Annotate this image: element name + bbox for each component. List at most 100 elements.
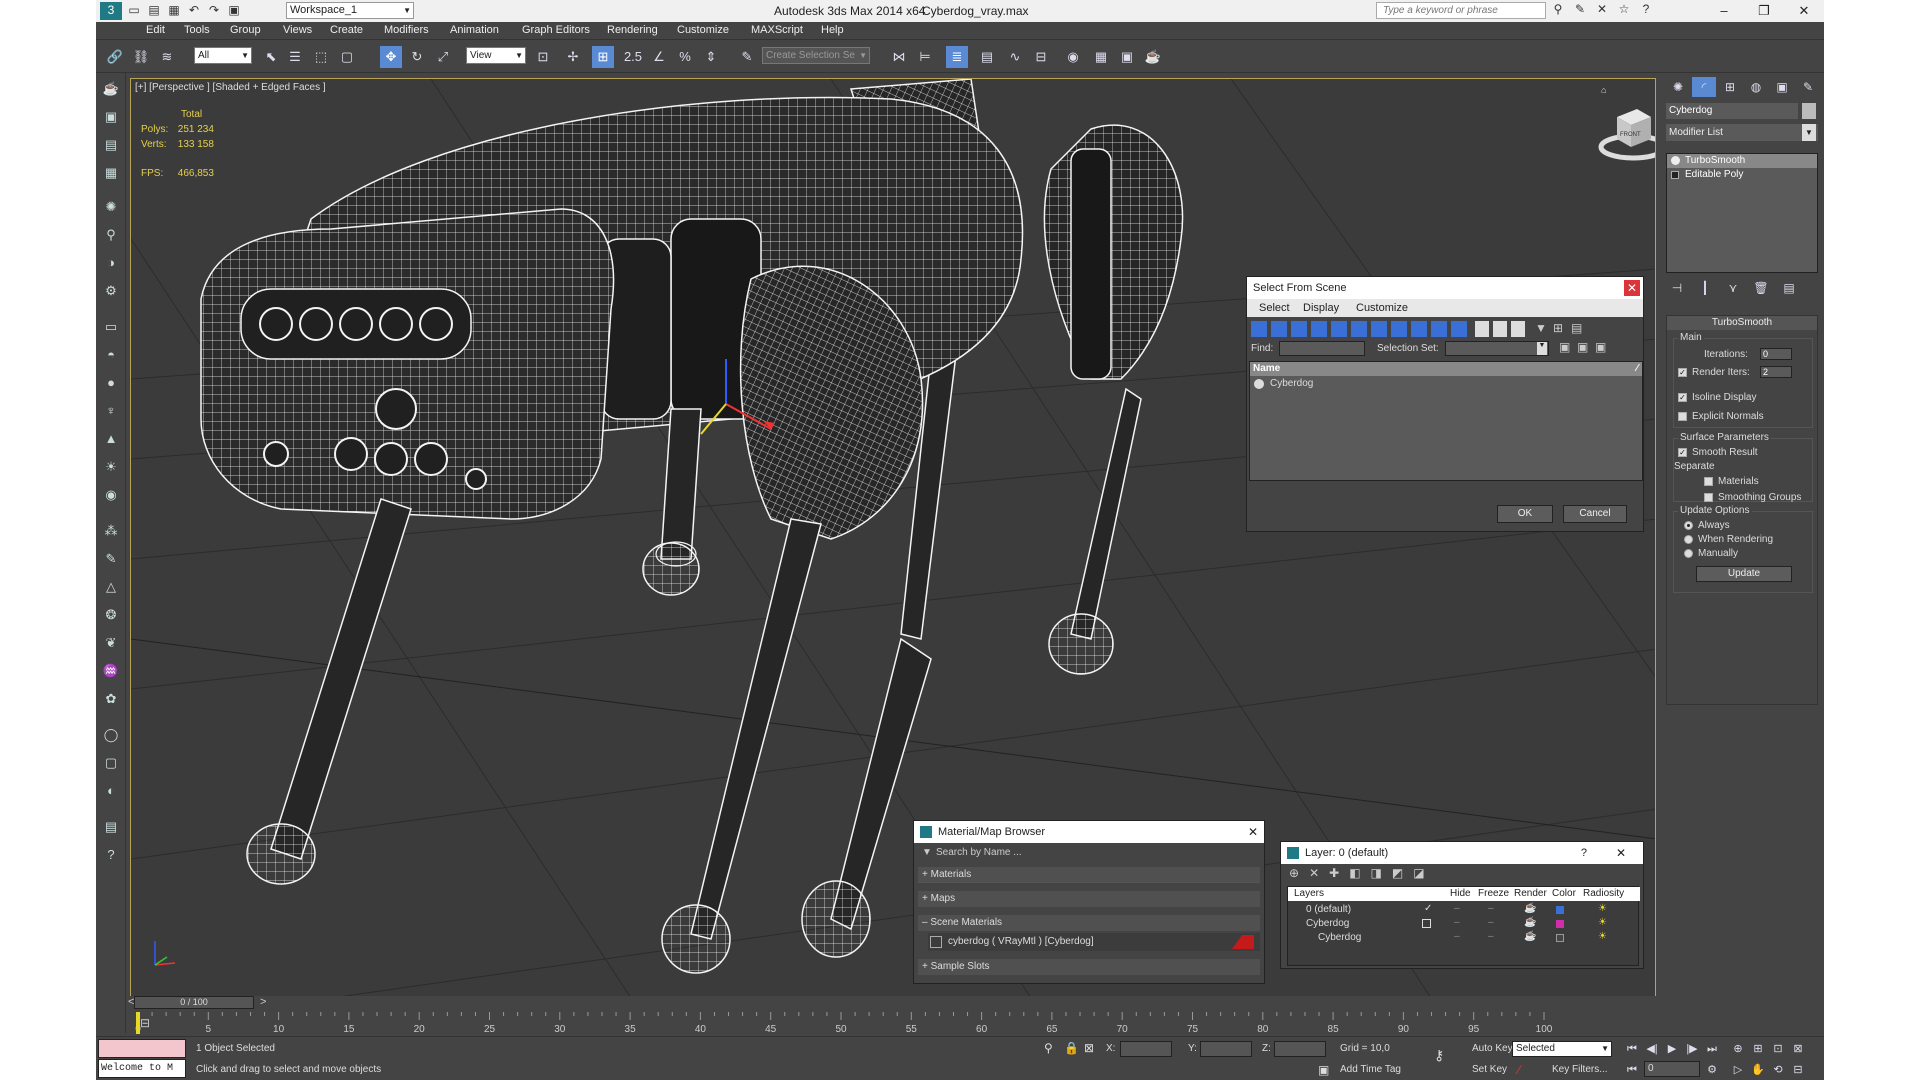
auto-key-button[interactable]: Auto Key [1472, 1043, 1513, 1054]
camera-icon[interactable]: ▣ [101, 107, 121, 127]
display-containers-icon[interactable] [1431, 321, 1447, 337]
display-tab-icon[interactable]: ▣ [1770, 77, 1794, 97]
key-filters-button[interactable]: Key Filters... [1552, 1064, 1608, 1075]
col-hide[interactable]: Hide [1450, 888, 1471, 899]
isoline-checkbox[interactable]: ✓ [1678, 392, 1687, 402]
minimize-icon[interactable]: – [1704, 0, 1744, 22]
utilities-tab-icon[interactable]: ✎ [1796, 77, 1820, 97]
maxscript-listener[interactable]: Welcome to M [98, 1059, 186, 1078]
menu-help[interactable]: Help [821, 24, 844, 36]
display-xrefs-icon[interactable] [1391, 321, 1407, 337]
reference-coordinate-dropdown[interactable]: View ▼ [466, 47, 526, 64]
col-layers[interactable]: Layers [1294, 888, 1324, 899]
material-entry[interactable]: cyberdog ( VRayMtl ) [Cyberdog] [928, 933, 1260, 951]
menu-modifiers[interactable]: Modifiers [384, 24, 429, 36]
box-icon[interactable]: ▤ [101, 135, 121, 155]
radiosity-icon[interactable]: ☀ [1598, 903, 1607, 914]
menu-create[interactable]: Create [330, 24, 363, 36]
pin-icon[interactable]: ⚲ [1044, 1041, 1053, 1055]
absolute-mode-icon[interactable]: ⊠ [1084, 1041, 1094, 1055]
open-file-icon[interactable]: ▤ [146, 2, 162, 18]
select-set-icon[interactable]: ▣ [1559, 340, 1570, 354]
key-mode-dropdown[interactable]: Selected ▼ [1512, 1041, 1612, 1057]
add-set-icon[interactable]: ▣ [1577, 340, 1588, 354]
material-editor-icon[interactable]: ◉ [1062, 46, 1084, 68]
select-manipulate-icon[interactable]: ✢ [562, 46, 584, 68]
layer-row[interactable]: Cyberdog – – ☕ ☀ [1288, 917, 1640, 931]
menu-graph-editors[interactable]: Graph Editors [522, 24, 590, 36]
fur-icon[interactable]: ✿ [101, 689, 121, 709]
display-bones-icon[interactable] [1411, 321, 1427, 337]
geosphere-icon[interactable]: ❂ [101, 605, 121, 625]
stack-item-turbosmooth[interactable]: TurboSmooth [1667, 154, 1817, 168]
col-color[interactable]: Color [1552, 888, 1576, 899]
section-sample-slots[interactable]: + Sample Slots [918, 959, 1260, 975]
mirror-icon[interactable]: ⋈ [888, 46, 910, 68]
bind-space-warp-icon[interactable]: ≋ [156, 46, 178, 68]
rollout-title[interactable]: TurboSmooth [1667, 316, 1817, 330]
menu-rendering[interactable]: Rendering [607, 24, 658, 36]
named-selection-dropdown[interactable]: Create Selection Se ▼ [762, 47, 870, 64]
field-of-view-icon[interactable]: ▷ [1730, 1062, 1746, 1078]
hierarchy-tab-icon[interactable]: ⊞ [1718, 77, 1742, 97]
time-configuration-icon[interactable]: ⚙ [1704, 1062, 1720, 1078]
edit-named-selection-icon[interactable]: ✎ [736, 46, 758, 68]
display-groups-icon[interactable] [1371, 321, 1387, 337]
name-column-header[interactable]: Name ⁄ [1250, 362, 1642, 376]
mini-curve-editor-icon[interactable]: ⊟ [140, 1016, 150, 1030]
rectangular-selection-icon[interactable]: ⬚ [310, 46, 332, 68]
schematic-view-icon[interactable]: ⊟ [1030, 46, 1052, 68]
close-icon[interactable]: ✕ [1613, 845, 1629, 861]
tools-icon[interactable]: ✎ [1572, 2, 1588, 18]
make-current-checkbox[interactable] [1422, 919, 1431, 928]
lock-selection-icon[interactable]: 🔒 [1064, 1041, 1079, 1055]
update-button[interactable]: Update [1696, 566, 1792, 582]
pyramid-icon[interactable]: △ [101, 577, 121, 597]
graphite-toolbox-icon[interactable]: ▤ [976, 46, 998, 68]
sphere-icon[interactable]: ● [101, 373, 121, 393]
material-browser-titlebar[interactable]: Material/Map Browser ✕ [914, 821, 1264, 843]
orbit-icon[interactable]: ⟲ [1770, 1062, 1786, 1078]
select-from-scene-titlebar[interactable]: Select From Scene ✕ [1247, 277, 1643, 299]
select-and-move-icon[interactable]: ✥ [380, 46, 402, 68]
info-icon[interactable]: ? [101, 845, 121, 865]
layer-dialog-titlebar[interactable]: Layer: 0 (default)? ✕ [1281, 842, 1643, 864]
stack-item-editable-poly[interactable]: Editable Poly [1667, 168, 1817, 182]
layer-row[interactable]: 0 (default) ✓ – – ☕ ☀ [1288, 903, 1640, 917]
paint-icon[interactable]: ✎ [101, 549, 121, 569]
sfs-menu-display[interactable]: Display [1303, 302, 1339, 314]
favorites-star-icon[interactable]: ☆ [1616, 2, 1632, 18]
when-rendering-radio[interactable] [1684, 534, 1693, 544]
create-layer-icon[interactable]: ⊕ [1289, 866, 1299, 880]
layer-color-swatch[interactable] [1556, 920, 1564, 928]
render-production-icon[interactable]: ☕ [1142, 46, 1164, 68]
align-icon[interactable]: ⊨ [914, 46, 936, 68]
play-icon[interactable]: ▶ [1664, 1041, 1680, 1057]
selection-filter-dropdown[interactable]: All ▼ [194, 47, 252, 64]
highlight-layer-icon[interactable]: ◨ [1371, 866, 1382, 880]
help-icon[interactable]: ? [1581, 842, 1587, 864]
display-lights-icon[interactable] [1291, 321, 1307, 337]
light-icon[interactable]: ✺ [101, 197, 121, 217]
time-tag-icon[interactable]: ▣ [1318, 1063, 1329, 1077]
y-coordinate-field[interactable] [1200, 1041, 1252, 1057]
select-by-name-icon[interactable]: ☰ [284, 46, 306, 68]
hierarchy-icon[interactable]: ⊞ [1553, 321, 1563, 335]
x-coordinate-field[interactable] [1120, 1041, 1172, 1057]
viewport-label[interactable]: [+] [Perspective ] [Shaded + Edged Faces… [135, 82, 326, 93]
z-coordinate-field[interactable] [1274, 1041, 1326, 1057]
hide-toggle[interactable]: – [1454, 903, 1460, 914]
menu-group[interactable]: Group [230, 24, 261, 36]
select-and-scale-icon[interactable]: ⤢ [432, 46, 454, 68]
save-icon[interactable]: ▦ [166, 2, 182, 18]
keyboard-shortcut-override-icon[interactable]: ⊞ [592, 46, 614, 68]
motion-tab-icon[interactable]: ◍ [1744, 77, 1768, 97]
utilities-icon[interactable]: ▤ [101, 817, 121, 837]
filter-icon[interactable]: ▼ [1535, 321, 1547, 335]
display-frozen-icon[interactable] [1451, 321, 1467, 337]
set-key-icon[interactable]: ⚷ [1434, 1047, 1444, 1064]
material-sphere-icon[interactable]: ◯ [101, 725, 121, 745]
material-search-input[interactable]: ▼ Search by Name ... [918, 845, 1262, 861]
menu-tools[interactable]: Tools [184, 24, 210, 36]
sun-icon[interactable]: ☀ [101, 457, 121, 477]
